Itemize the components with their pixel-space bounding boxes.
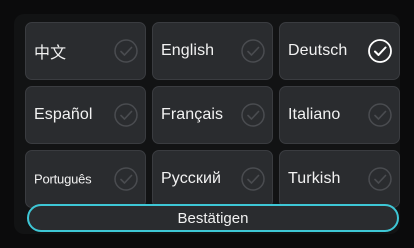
language-label: 中文: [34, 45, 67, 62]
language-grid: 中文 English Deutsch Español Français Ital…: [25, 22, 400, 208]
check-circle-icon: [241, 167, 265, 191]
language-label: Turkish: [288, 170, 341, 187]
language-option-russian[interactable]: Русский: [152, 150, 273, 208]
language-label: Français: [161, 106, 224, 123]
confirm-button[interactable]: Bestätigen: [27, 204, 399, 232]
language-option-english[interactable]: English: [152, 22, 273, 80]
check-circle-icon: [114, 103, 138, 127]
language-option-turkish[interactable]: Turkish: [279, 150, 400, 208]
language-option-chinese[interactable]: 中文: [25, 22, 146, 80]
language-label: Español: [34, 106, 93, 123]
check-circle-icon: [368, 39, 392, 63]
language-option-deutsch[interactable]: Deutsch: [279, 22, 400, 80]
language-label: Português: [34, 171, 92, 187]
language-label: Русский: [161, 170, 222, 187]
language-option-portugues[interactable]: Português: [25, 150, 146, 208]
language-option-espanol[interactable]: Español: [25, 86, 146, 144]
language-label: Deutsch: [288, 42, 348, 59]
check-circle-icon: [114, 167, 138, 191]
check-circle-icon: [114, 39, 138, 63]
language-label: English: [161, 42, 215, 59]
check-circle-icon: [368, 167, 392, 191]
check-circle-icon: [241, 103, 265, 127]
language-option-italiano[interactable]: Italiano: [279, 86, 400, 144]
check-circle-icon: [368, 103, 392, 127]
language-option-francais[interactable]: Français: [152, 86, 273, 144]
language-label: Italiano: [288, 106, 341, 123]
check-circle-icon: [241, 39, 265, 63]
